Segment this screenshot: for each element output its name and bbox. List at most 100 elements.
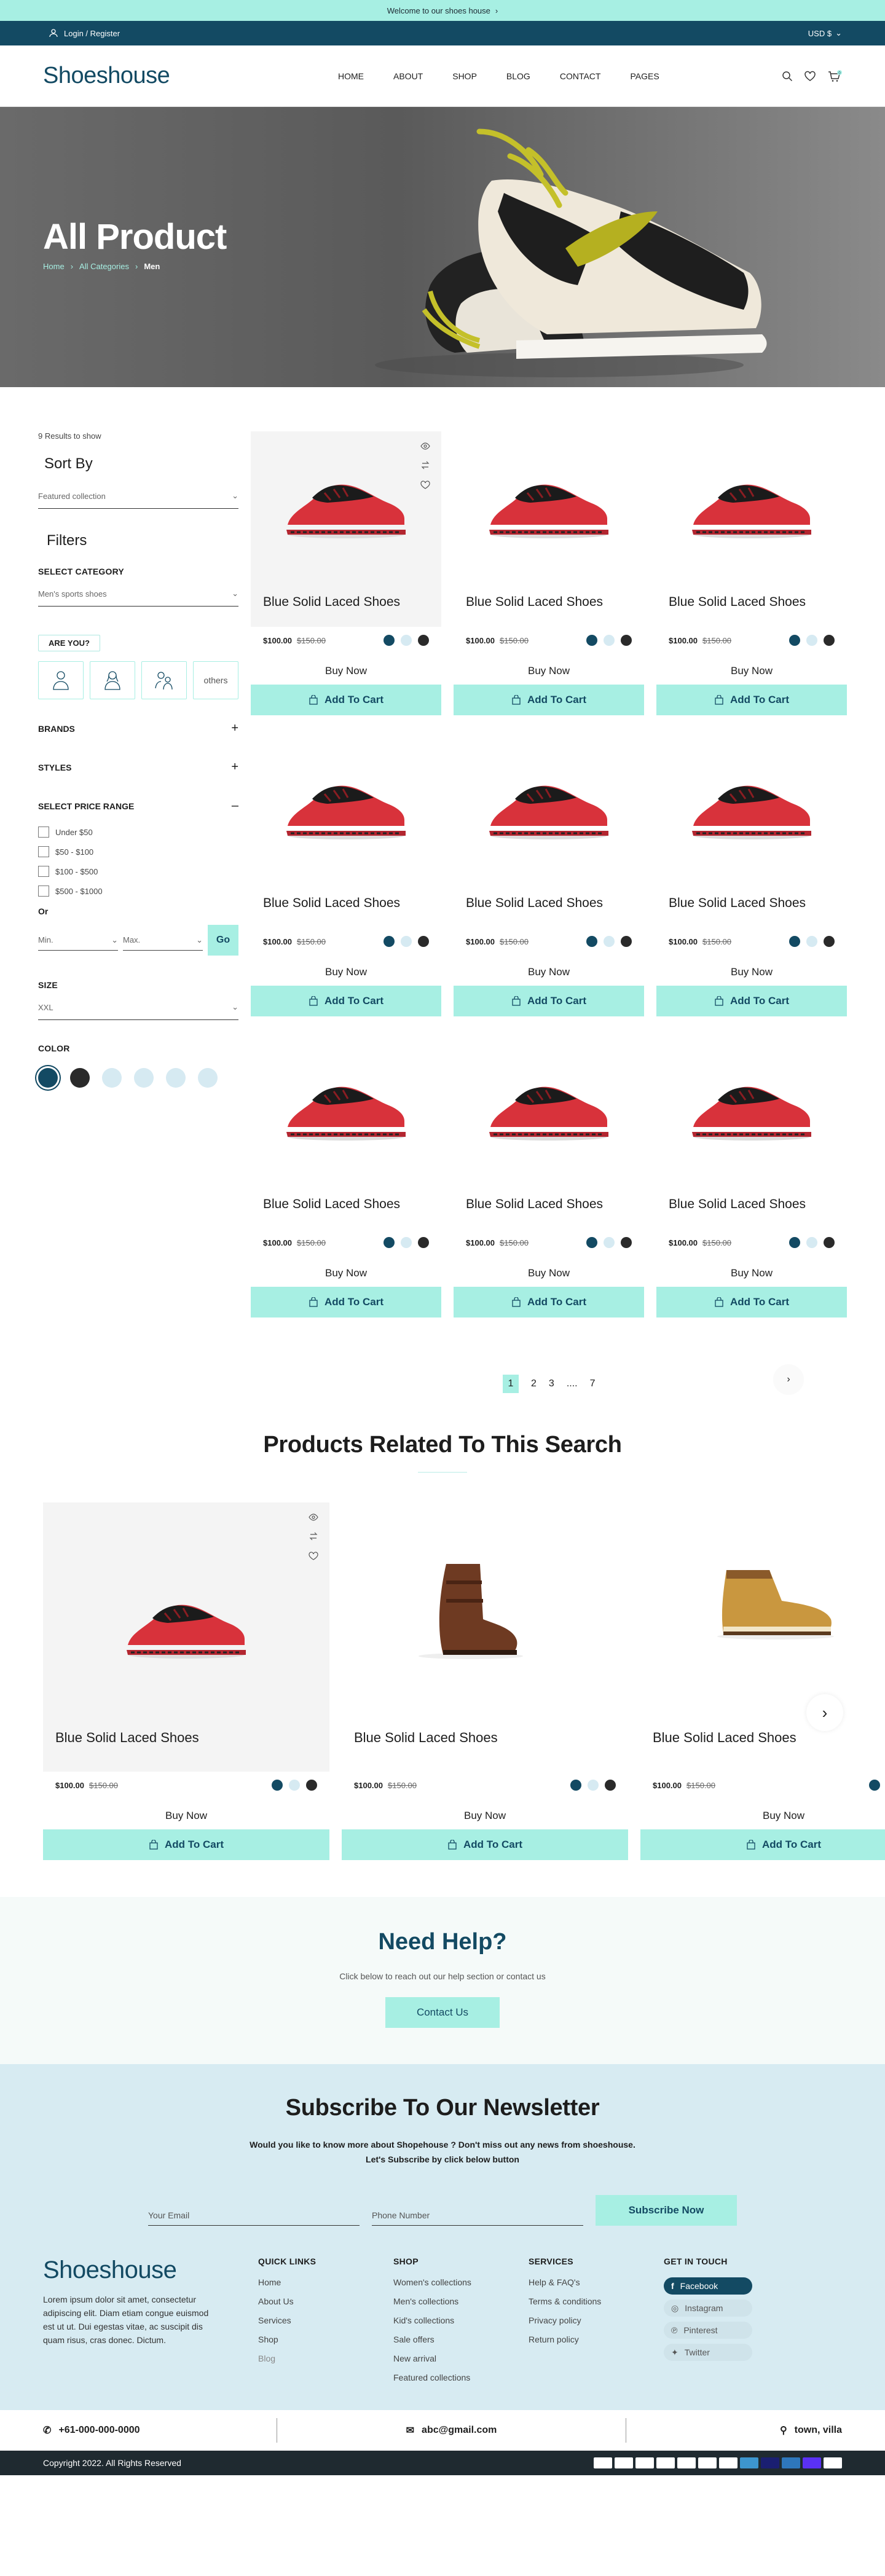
- subscribe-button[interactable]: Subscribe Now: [596, 2195, 737, 2226]
- footer-link[interactable]: Men's collections: [393, 2296, 529, 2306]
- color-dot[interactable]: [604, 936, 615, 947]
- min-price-select[interactable]: Min. ⌄: [38, 930, 118, 951]
- nav-blog[interactable]: BLOG: [506, 71, 530, 81]
- max-price-select[interactable]: Max. ⌄: [123, 930, 203, 951]
- product-card[interactable]: Blue Solid Laced Shoes $100.00 $150.00 B…: [251, 431, 441, 715]
- men-option[interactable]: [38, 661, 84, 699]
- color-dot[interactable]: [869, 1780, 880, 1791]
- product-card[interactable]: Blue Solid Laced Shoes $100.00 $150.00 B…: [656, 1034, 847, 1317]
- product-image[interactable]: [687, 468, 816, 544]
- product-image[interactable]: [281, 468, 411, 544]
- buy-now-button[interactable]: Buy Now: [454, 966, 644, 978]
- compare-icon[interactable]: [309, 1532, 318, 1541]
- nav-shop[interactable]: SHOP: [452, 71, 477, 81]
- color-dot[interactable]: [384, 1237, 395, 1248]
- product-name[interactable]: Blue Solid Laced Shoes: [263, 1197, 400, 1212]
- phone-field[interactable]: Phone Number: [372, 2205, 583, 2226]
- product-image[interactable]: [281, 769, 411, 845]
- buy-now-button[interactable]: Buy Now: [454, 665, 644, 677]
- product-card[interactable]: Blue Solid Laced Shoes $100.00 $150.00 B…: [656, 732, 847, 1016]
- product-image[interactable]: [484, 769, 613, 845]
- checkbox[interactable]: [38, 866, 49, 877]
- product-image[interactable]: [708, 1558, 837, 1646]
- product-name[interactable]: Blue Solid Laced Shoes: [669, 1197, 806, 1212]
- sort-select[interactable]: Featured collection ⌄: [38, 484, 238, 509]
- product-card[interactable]: Blue Solid Laced Shoes $100.00 $150.00 B…: [251, 732, 441, 1016]
- price-option[interactable]: Under $50: [38, 827, 238, 838]
- women-option[interactable]: [90, 661, 135, 699]
- compare-icon[interactable]: [420, 461, 430, 469]
- carousel-next-button[interactable]: ›: [806, 1694, 843, 1731]
- product-image[interactable]: [484, 468, 613, 544]
- product-name[interactable]: Blue Solid Laced Shoes: [653, 1730, 796, 1746]
- page-2[interactable]: 2: [531, 1378, 537, 1389]
- product-card[interactable]: Blue Solid Laced Shoes $100.00 $150.00 B…: [656, 431, 847, 715]
- color-dot[interactable]: [384, 635, 395, 646]
- product-name[interactable]: Blue Solid Laced Shoes: [669, 896, 806, 911]
- kids-option[interactable]: [141, 661, 187, 699]
- nav-about[interactable]: ABOUT: [393, 71, 423, 81]
- add-to-cart-button[interactable]: Add To Cart: [656, 685, 847, 715]
- breadcrumb-all-categories[interactable]: All Categories: [79, 262, 129, 271]
- color-dot[interactable]: [586, 635, 597, 646]
- color-dot[interactable]: [418, 635, 429, 646]
- go-button[interactable]: Go: [208, 925, 238, 956]
- color-dot[interactable]: [586, 1237, 597, 1248]
- related-product-card[interactable]: Blue Solid Laced Shoes $100.00 $150.00 B…: [43, 1502, 329, 1897]
- color-dot[interactable]: [605, 1780, 616, 1791]
- cart-icon[interactable]: 0: [827, 69, 842, 82]
- add-to-cart-button[interactable]: Add To Cart: [251, 685, 441, 715]
- add-to-cart-button[interactable]: Add To Cart: [251, 986, 441, 1016]
- add-to-cart-button[interactable]: Add To Cart: [656, 1287, 847, 1317]
- color-dot[interactable]: [789, 936, 800, 947]
- category-select[interactable]: Men's sports shoes ⌄: [38, 581, 238, 607]
- footer-link[interactable]: Terms & conditions: [529, 2296, 664, 2306]
- nav-home[interactable]: HOME: [338, 71, 364, 81]
- color-dot[interactable]: [272, 1780, 283, 1791]
- color-dot[interactable]: [806, 1237, 817, 1248]
- buy-now-button[interactable]: Buy Now: [342, 1810, 628, 1822]
- add-to-cart-button[interactable]: Add To Cart: [43, 1829, 329, 1860]
- color-dot[interactable]: [824, 936, 835, 947]
- add-to-cart-button[interactable]: Add To Cart: [640, 1829, 885, 1860]
- product-card[interactable]: Blue Solid Laced Shoes $100.00 $150.00 B…: [454, 732, 644, 1016]
- nav-contact[interactable]: CONTACT: [560, 71, 601, 81]
- product-image[interactable]: [687, 1070, 816, 1146]
- footer-link[interactable]: Return policy: [529, 2334, 664, 2344]
- color-dot[interactable]: [401, 1237, 412, 1248]
- product-image[interactable]: [484, 1070, 613, 1146]
- add-to-cart-button[interactable]: Add To Cart: [454, 685, 644, 715]
- product-image[interactable]: [281, 1070, 411, 1146]
- color-dot[interactable]: [789, 1237, 800, 1248]
- eye-icon[interactable]: [420, 442, 430, 450]
- footer-link[interactable]: Sale offers: [393, 2334, 529, 2344]
- color-dot[interactable]: [570, 1780, 581, 1791]
- color-dot[interactable]: [306, 1780, 317, 1791]
- color-dot[interactable]: [824, 635, 835, 646]
- breadcrumb-home[interactable]: Home: [43, 262, 65, 271]
- footer-link[interactable]: Women's collections: [393, 2277, 529, 2287]
- contact-email[interactable]: abc@gmail.com: [422, 2425, 497, 2436]
- login-register-link[interactable]: Login / Register: [64, 29, 120, 38]
- buy-now-button[interactable]: Buy Now: [251, 1267, 441, 1279]
- others-option[interactable]: others: [193, 661, 238, 699]
- color-dot[interactable]: [621, 936, 632, 947]
- brands-filter[interactable]: BRANDS +: [38, 721, 238, 736]
- add-to-cart-button[interactable]: Add To Cart: [454, 986, 644, 1016]
- color-dot[interactable]: [621, 635, 632, 646]
- product-name[interactable]: Blue Solid Laced Shoes: [263, 595, 400, 610]
- footer-link[interactable]: Shop: [258, 2334, 393, 2344]
- product-card[interactable]: Blue Solid Laced Shoes $100.00 $150.00 B…: [454, 1034, 644, 1317]
- product-image[interactable]: [122, 1588, 251, 1664]
- price-option[interactable]: $50 - $100: [38, 846, 238, 857]
- email-field[interactable]: Your Email: [148, 2205, 360, 2226]
- heart-icon[interactable]: [420, 481, 430, 489]
- buy-now-button[interactable]: Buy Now: [251, 665, 441, 677]
- buy-now-button[interactable]: Buy Now: [43, 1810, 329, 1822]
- add-to-cart-button[interactable]: Add To Cart: [454, 1287, 644, 1317]
- chevron-right-icon[interactable]: ›: [495, 6, 498, 15]
- product-name[interactable]: Blue Solid Laced Shoes: [263, 896, 400, 911]
- product-name[interactable]: Blue Solid Laced Shoes: [466, 1197, 603, 1212]
- price-option[interactable]: $500 - $1000: [38, 886, 238, 897]
- footer-link[interactable]: Services: [258, 2315, 393, 2325]
